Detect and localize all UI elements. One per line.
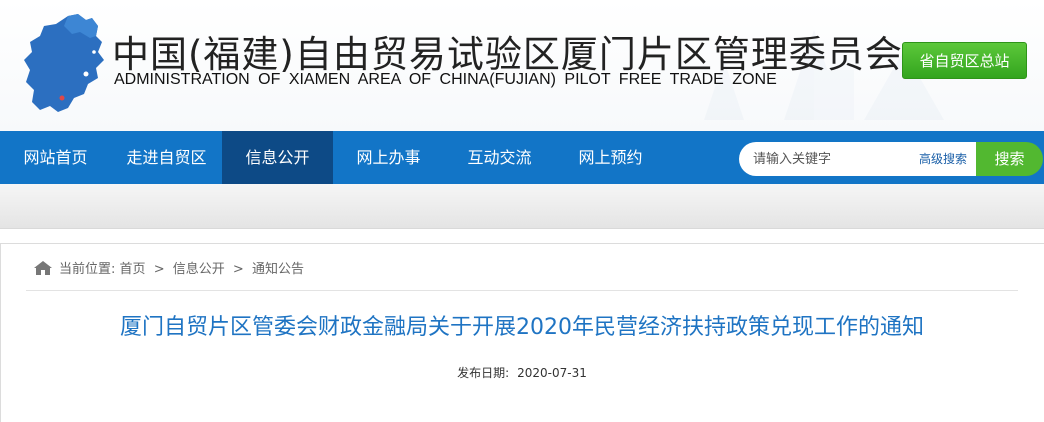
breadcrumb-home-link[interactable]: 首页 xyxy=(120,262,146,277)
nav-online-services[interactable]: 网上办事 xyxy=(333,131,444,184)
breadcrumb-info-link[interactable]: 信息公开 xyxy=(173,262,225,277)
breadcrumb-notice-link[interactable]: 通知公告 xyxy=(252,262,304,277)
search-input[interactable] xyxy=(753,142,903,176)
breadcrumb-divider xyxy=(26,290,1018,291)
home-icon xyxy=(34,261,52,275)
publish-date-value: 2020-07-31 xyxy=(517,366,587,380)
site-title-en: ADMINISTRATION OF XIAMEN AREA OF CHINA(F… xyxy=(114,71,777,88)
advanced-search-link[interactable]: 高级搜索 xyxy=(919,142,967,176)
province-ftz-button[interactable]: 省自贸区总站 xyxy=(902,42,1027,79)
fujian-map-icon xyxy=(24,14,104,112)
publish-date-label: 发布日期: xyxy=(457,366,510,380)
nav-home[interactable]: 网站首页 xyxy=(0,131,111,184)
breadcrumb-separator: > xyxy=(153,262,165,277)
article-title: 厦门自贸片区管委会财政金融局关于开展2020年民营经济扶持政策兑现工作的通知 xyxy=(120,315,924,340)
site-header: 中国(福建)自由贸易试验区厦门片区管理委员会 ADMINISTRATION OF… xyxy=(0,0,1044,131)
search-button[interactable]: 搜索 xyxy=(976,142,1043,176)
nav-info-disclosure[interactable]: 信息公开 xyxy=(222,131,333,184)
site-title-cn: 中国(福建)自由贸易试验区厦门片区管理委员会 xyxy=(112,33,903,76)
search-box: 高级搜索 xyxy=(739,142,977,176)
nav-about-ftz[interactable]: 走进自贸区 xyxy=(111,131,222,184)
breadcrumb: 当前位置: 首页 > 信息公开 > 通知公告 xyxy=(33,258,304,278)
breadcrumb-prefix: 当前位置: xyxy=(59,262,116,277)
nav-interaction[interactable]: 互动交流 xyxy=(444,131,555,184)
breadcrumb-separator: > xyxy=(232,262,244,277)
nav-online-booking[interactable]: 网上预约 xyxy=(555,131,666,184)
sub-banner xyxy=(0,184,1044,229)
publish-date: 发布日期: 2020-07-31 xyxy=(0,364,1044,381)
